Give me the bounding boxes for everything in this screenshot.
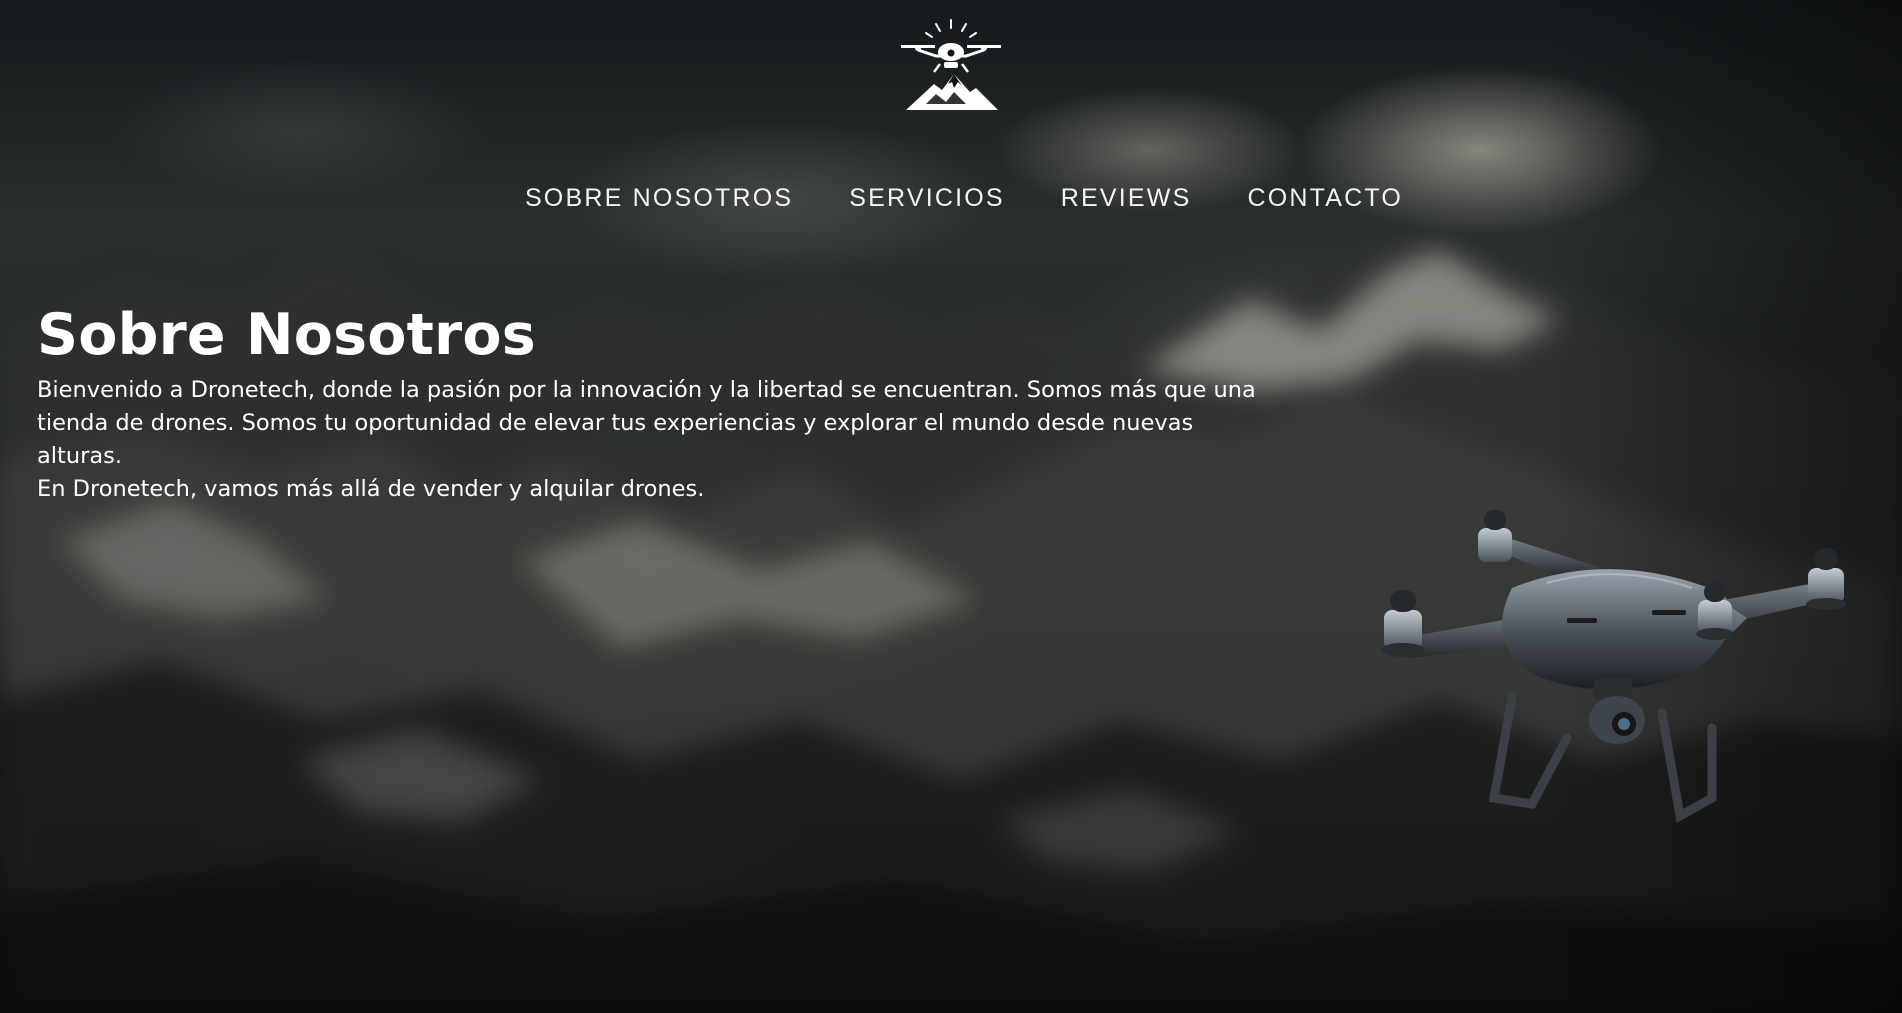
nav-item-contacto[interactable]: CONTACTO xyxy=(1247,182,1403,214)
nav-item-sobre-nosotros[interactable]: SOBRE NOSOTROS xyxy=(525,182,793,214)
main-nav: SOBRE NOSOTROS SERVICIOS REVIEWS CONTACT… xyxy=(0,182,1902,214)
nav-item-servicios[interactable]: SERVICIOS xyxy=(849,182,1005,214)
description-line: tienda de drones. Somos tu oportunidad d… xyxy=(37,410,1194,469)
section-description: Bienvenido a Dronetech, donde la pasión … xyxy=(37,374,1267,506)
drone-mountain-logo-icon[interactable] xyxy=(896,18,1006,112)
description-line: Bienvenido a Dronetech, donde la pasión … xyxy=(37,377,1256,403)
description-line: En Dronetech, vamos más allá de vender y… xyxy=(37,476,705,502)
nav-item-reviews[interactable]: REVIEWS xyxy=(1061,182,1192,214)
section-title: Sobre Nosotros xyxy=(37,302,536,368)
quadcopter-drone-image xyxy=(1362,498,1872,828)
page: SOBRE NOSOTROS SERVICIOS REVIEWS CONTACT… xyxy=(0,0,1902,1013)
